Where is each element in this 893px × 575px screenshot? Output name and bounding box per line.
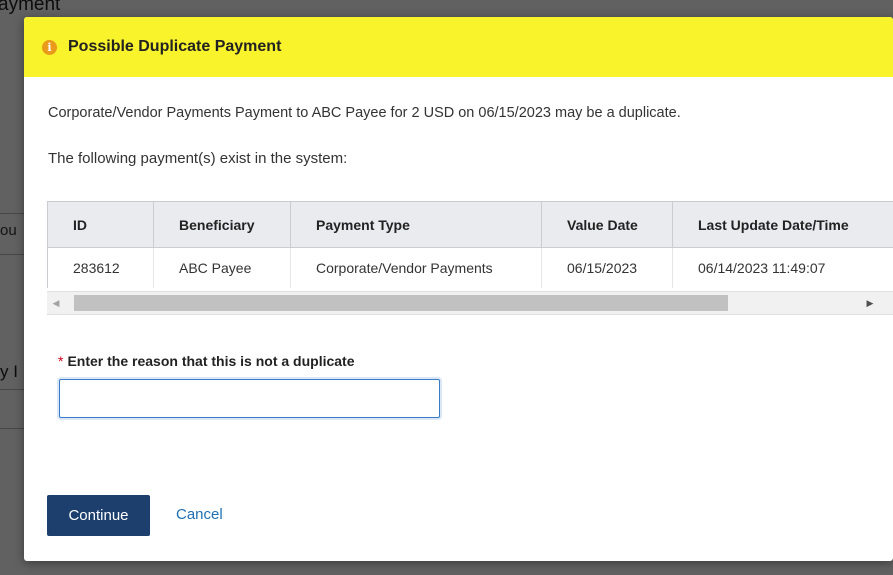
cell-last-update: 06/14/2023 11:49:07: [672, 247, 893, 288]
column-header-beneficiary[interactable]: Beneficiary: [153, 201, 291, 248]
table-horizontal-scrollbar[interactable]: ◀ ▶: [47, 291, 893, 315]
dialog-title: Possible Duplicate Payment: [68, 38, 282, 55]
cancel-link[interactable]: Cancel: [176, 506, 223, 523]
dialog-header: i Possible Duplicate Payment: [24, 17, 893, 77]
existing-payments-label: The following payment(s) exist in the sy…: [48, 150, 348, 167]
column-header-last-update[interactable]: Last Update Date/Time: [672, 201, 893, 248]
reason-input[interactable]: [59, 379, 440, 418]
cell-value-date: 06/15/2023: [541, 247, 673, 288]
duplicate-message: Corporate/Vendor Payments Payment to ABC…: [48, 105, 681, 121]
cell-payment-type: Corporate/Vendor Payments: [290, 247, 542, 288]
reason-label-text: Enter the reason that this is not a dupl…: [67, 353, 355, 369]
column-header-payment-type[interactable]: Payment Type: [290, 201, 542, 248]
payments-table: ID Beneficiary Payment Type Value Date L…: [47, 201, 893, 288]
scroll-left-icon[interactable]: ◀: [47, 292, 65, 314]
continue-button[interactable]: Continue: [47, 495, 150, 536]
duplicate-payment-dialog: i Possible Duplicate Payment Corporate/V…: [24, 17, 893, 561]
column-header-id[interactable]: ID: [47, 201, 154, 248]
reason-label: * Enter the reason that this is not a dup…: [58, 353, 355, 369]
scrollbar-thumb[interactable]: [74, 295, 728, 311]
required-marker: *: [58, 353, 64, 369]
cell-id: 283612: [47, 247, 154, 288]
cell-beneficiary: ABC Payee: [153, 247, 291, 288]
warning-icon: i: [42, 39, 57, 55]
scroll-right-icon[interactable]: ▶: [861, 292, 879, 314]
table-header-row: ID Beneficiary Payment Type Value Date L…: [47, 201, 893, 248]
column-header-value-date[interactable]: Value Date: [541, 201, 673, 248]
table-row: 283612 ABC Payee Corporate/Vendor Paymen…: [47, 247, 893, 288]
